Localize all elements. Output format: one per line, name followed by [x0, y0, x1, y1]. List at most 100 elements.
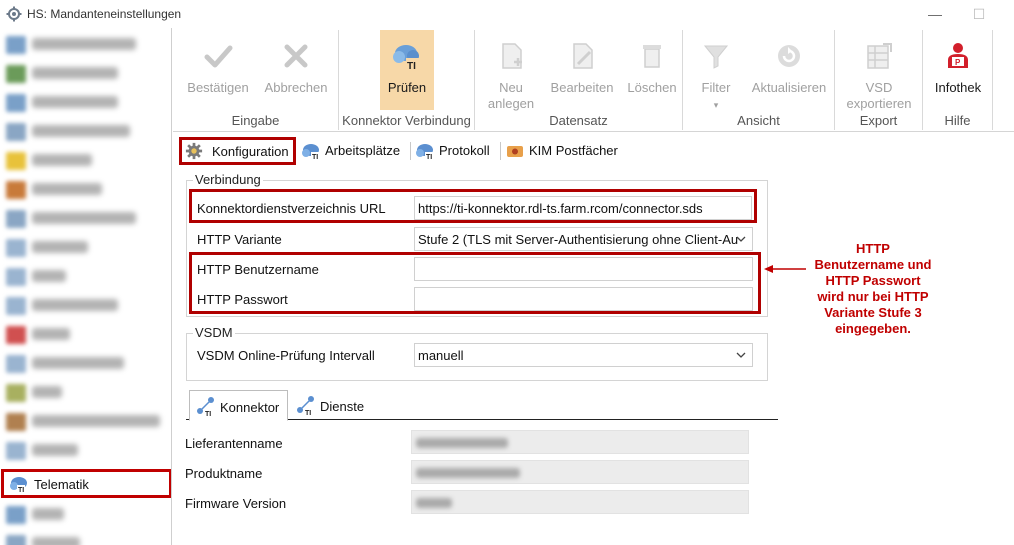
- sidebar-item[interactable]: [0, 30, 171, 59]
- ribbon-group-datensatz: Neu anlegen Bearbeiten Löschen Datensatz: [475, 30, 683, 130]
- maximize-button[interactable]: ☐: [964, 4, 994, 24]
- highlight-url-box: [189, 189, 757, 223]
- filter-icon: [703, 45, 729, 69]
- vsd-exportieren-button[interactable]: VSD exportieren: [841, 30, 917, 111]
- neu-anlegen-button[interactable]: Neu anlegen: [481, 30, 541, 111]
- firmware-value: [411, 490, 749, 514]
- sidebar-item[interactable]: [0, 500, 171, 529]
- edit-document-icon: [573, 43, 593, 69]
- blurred-icon: [6, 384, 26, 402]
- vsdm-interval-select[interactable]: manuell: [414, 343, 753, 367]
- sidebar-item-label: Telematik: [34, 477, 89, 492]
- redacted-label: [32, 96, 118, 108]
- infothek-person-icon: P: [948, 43, 968, 68]
- sidebar-item[interactable]: [0, 262, 171, 291]
- blurred-icon: [6, 239, 26, 257]
- redacted-value: [416, 498, 452, 508]
- pruefen-button[interactable]: TI Prüfen: [380, 30, 434, 110]
- sidebar-item[interactable]: [0, 349, 171, 378]
- annotation-note: HTTP Benutzername und HTTP Passwort wird…: [814, 241, 932, 336]
- blurred-icon: [6, 268, 26, 286]
- ribbon-group-export: VSD exportieren Export: [835, 30, 923, 130]
- chevron-down-icon: [736, 352, 746, 358]
- lieferant-value: [411, 430, 749, 454]
- bearbeiten-button[interactable]: Bearbeiten: [545, 30, 619, 110]
- svg-text:P: P: [955, 58, 961, 67]
- tab-kim-postfaecher[interactable]: KIM Postfächer: [501, 137, 625, 165]
- blurred-icon: [6, 94, 26, 112]
- ribbon-group-hilfe: P Infothek Hilfe: [923, 30, 993, 130]
- refresh-icon: [778, 45, 800, 67]
- subtab-dienste[interactable]: TI Dienste: [290, 390, 372, 420]
- produkt-label: Produktname: [185, 466, 263, 481]
- subtab-konnektor[interactable]: TI Konnektor: [189, 390, 288, 421]
- verbindung-title: Verbindung: [193, 172, 263, 187]
- filter-button[interactable]: Filter ▾: [691, 30, 741, 110]
- infothek-button[interactable]: P Infothek: [929, 30, 987, 110]
- telematik-icon: TI: [10, 477, 27, 493]
- blurred-icon: [6, 413, 26, 431]
- redacted-label: [32, 328, 70, 340]
- svg-text:TI: TI: [407, 61, 416, 72]
- redacted-label: [32, 444, 78, 456]
- lieferant-label: Lieferantenname: [185, 436, 283, 451]
- ribbon-group-eingabe: Bestätigen Abbrechen Eingabe: [173, 30, 339, 130]
- svg-text:TI: TI: [426, 154, 432, 160]
- ti-network-icon: TI: [297, 396, 314, 415]
- redacted-label: [32, 299, 118, 311]
- sidebar-item[interactable]: [0, 59, 171, 88]
- redacted-label: [32, 386, 62, 398]
- sidebar-item[interactable]: [0, 88, 171, 117]
- minimize-button[interactable]: —: [920, 4, 950, 24]
- blurred-icon: [6, 210, 26, 228]
- bestaetigen-button[interactable]: Bestätigen: [181, 30, 255, 110]
- abbrechen-button[interactable]: Abbrechen: [259, 30, 333, 110]
- sidebar-item[interactable]: [0, 175, 171, 204]
- blurred-icon: [6, 355, 26, 373]
- sidebar-item[interactable]: [0, 291, 171, 320]
- blurred-icon: [6, 442, 26, 460]
- kim-icon: [507, 146, 523, 157]
- redacted-label: [32, 183, 102, 195]
- tab-konfiguration[interactable]: Konfiguration: [179, 137, 296, 165]
- group-label-datensatz: Datensatz: [549, 113, 608, 128]
- aktualisieren-button[interactable]: Aktualisieren: [745, 30, 833, 110]
- sidebar-item[interactable]: [0, 117, 171, 146]
- sidebar-item[interactable]: [0, 233, 171, 262]
- new-document-icon: [502, 43, 522, 69]
- loeschen-button[interactable]: Löschen: [623, 30, 681, 110]
- highlight-credentials-box: [189, 252, 761, 314]
- tab-protokoll[interactable]: TI Protokoll: [411, 137, 501, 165]
- sidebar: TI Telematik: [0, 28, 172, 545]
- ribbon-group-ansicht: Filter ▾ Aktualisieren Ansicht: [683, 30, 835, 130]
- firmware-label: Firmware Version: [185, 496, 287, 511]
- svg-text:TI: TI: [312, 154, 318, 160]
- delete-icon: [643, 45, 661, 68]
- svg-text:TI: TI: [18, 487, 24, 493]
- tab-strip: Konfiguration TI Arbeitsplätze TI Protok…: [173, 133, 1014, 167]
- ti-cloud-icon: TI: [393, 45, 420, 72]
- sidebar-item[interactable]: [0, 529, 171, 545]
- group-label-ansicht: Ansicht: [737, 113, 780, 128]
- sidebar-item[interactable]: [0, 436, 171, 465]
- redacted-label: [32, 38, 136, 50]
- blurred-icon: [6, 152, 26, 170]
- export-table-icon: [867, 43, 892, 69]
- redacted-label: [32, 212, 136, 224]
- blurred-icon: [6, 297, 26, 315]
- redacted-label: [32, 67, 118, 79]
- redacted-value: [416, 468, 520, 478]
- sidebar-item[interactable]: [0, 320, 171, 349]
- sidebar-item[interactable]: [0, 407, 171, 436]
- redacted-label: [32, 357, 124, 369]
- sidebar-item[interactable]: [0, 378, 171, 407]
- blurred-icon: [6, 181, 26, 199]
- sidebar-item[interactable]: [0, 146, 171, 175]
- produkt-value: [411, 460, 749, 484]
- sidebar-item[interactable]: [0, 204, 171, 233]
- redacted-label: [32, 415, 160, 427]
- blurred-icon: [6, 506, 26, 524]
- sidebar-item-telematik[interactable]: TI Telematik: [1, 469, 171, 498]
- variant-select[interactable]: Stufe 2 (TLS mit Server-Authentisierung …: [414, 227, 753, 251]
- tab-arbeitsplaetze[interactable]: TI Arbeitsplätze: [297, 137, 411, 165]
